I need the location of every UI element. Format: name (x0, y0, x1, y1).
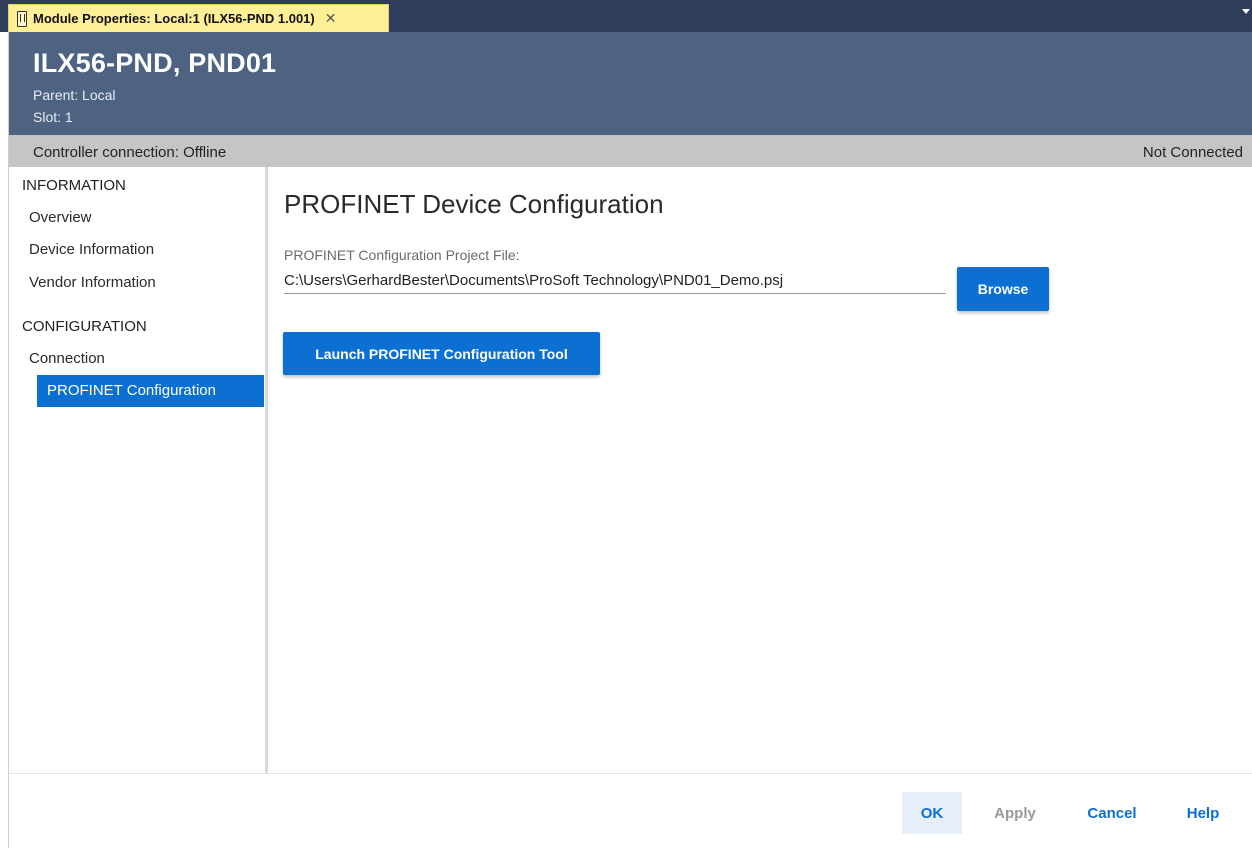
project-file-path-field[interactable] (284, 268, 946, 294)
module-header: ILX56-PND, PND01 Parent: Local Slot: 1 (9, 32, 1252, 135)
chevron-down-icon[interactable] (1242, 9, 1250, 14)
controller-connection-status: Controller connection: Offline (33, 144, 227, 161)
project-file-label: PROFINET Configuration Project File: (284, 247, 520, 263)
sidebar-item-vendor-information[interactable]: Vendor Information (28, 267, 256, 299)
module-icon (17, 10, 27, 27)
ok-button[interactable]: OK (902, 792, 962, 834)
sidebar-section-information: INFORMATION (22, 177, 126, 194)
sidebar-item-overview[interactable]: Overview (28, 202, 256, 234)
page-title: PROFINET Device Configuration (284, 189, 664, 219)
tab-module-properties[interactable]: Module Properties: Local:1 (ILX56-PND 1.… (8, 4, 389, 32)
close-icon[interactable]: ✕ (325, 10, 337, 27)
connection-status-bar: Controller connection: Offline Not Conne… (9, 135, 1252, 167)
module-slot: Slot: 1 (33, 109, 73, 125)
module-title: ILX56-PND, PND01 (33, 48, 277, 78)
sidebar-section-configuration: CONFIGURATION (22, 318, 147, 335)
module-parent: Parent: Local (33, 87, 116, 103)
tab-title: Module Properties: Local:1 (ILX56-PND 1.… (33, 11, 315, 26)
footer-divider (9, 773, 1252, 774)
browse-button[interactable]: Browse (957, 267, 1049, 311)
sidebar-item-profinet-configuration[interactable]: PROFINET Configuration (37, 375, 264, 407)
sidebar-item-device-information[interactable]: Device Information (28, 234, 256, 266)
apply-button[interactable]: Apply (985, 792, 1045, 834)
sidebar-item-connection[interactable]: Connection (28, 343, 256, 375)
launch-configuration-tool-button[interactable]: Launch PROFINET Configuration Tool (283, 332, 600, 375)
cancel-button[interactable]: Cancel (1077, 792, 1147, 834)
connection-state: Not Connected (1142, 144, 1243, 161)
document-tabstrip: Module Properties: Local:1 (ILX56-PND 1.… (0, 0, 1252, 32)
help-button[interactable]: Help (1178, 792, 1228, 834)
sidebar-divider (265, 167, 268, 773)
